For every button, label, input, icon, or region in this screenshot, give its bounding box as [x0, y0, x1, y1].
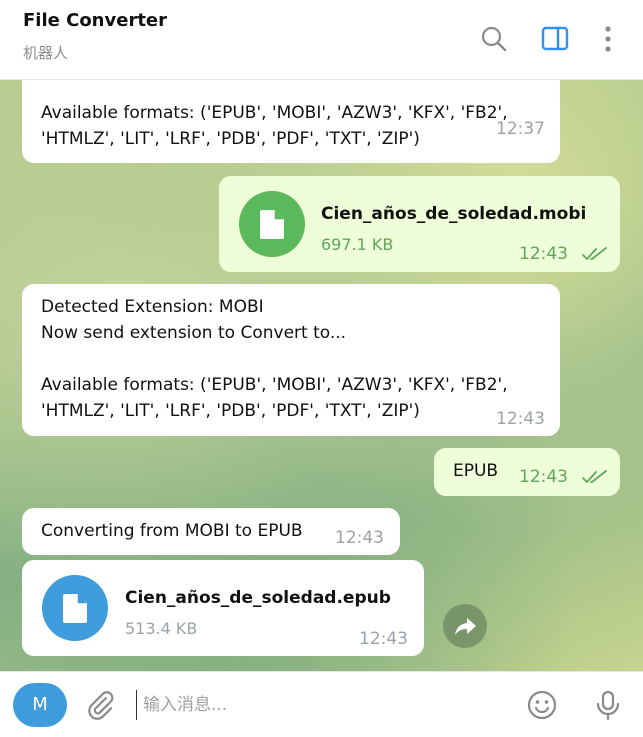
message-input[interactable] [136, 690, 506, 720]
message-outgoing-file[interactable]: Cien_años_de_soledad.mobi 697.1 KB 12:43 [219, 176, 620, 272]
sidebar-toggle-icon[interactable] [540, 24, 570, 54]
double-check-icon [581, 469, 609, 485]
paperclip-icon[interactable] [84, 689, 116, 721]
microphone-icon[interactable] [592, 689, 624, 721]
message-incoming-file[interactable]: Cien_años_de_soledad.epub 513.4 KB 12:43 [22, 560, 424, 656]
message-incoming: Available formats: ('EPUB', 'MOBI', 'AZW… [22, 80, 560, 163]
message-time: 12:43 [496, 409, 545, 429]
file-size: 697.1 KB [321, 235, 394, 254]
chat-header: File Converter 机器人 [0, 0, 643, 80]
more-vertical-icon[interactable] [593, 24, 623, 54]
avatar[interactable]: M [13, 683, 67, 727]
chat-subtitle: 机器人 [23, 44, 69, 62]
message-list[interactable]: Available formats: ('EPUB', 'MOBI', 'AZW… [0, 80, 643, 671]
message-time: 12:37 [496, 119, 545, 139]
file-document-icon[interactable] [239, 191, 305, 257]
message-time: 12:43 [335, 528, 384, 548]
emoji-icon[interactable] [526, 689, 558, 721]
chat-title[interactable]: File Converter [23, 10, 167, 31]
message-text: Detected Extension: MOBI Now send extens… [41, 297, 508, 421]
forward-button[interactable] [443, 604, 487, 648]
forward-icon [455, 618, 476, 635]
message-composer: M [0, 671, 643, 737]
message-text: EPUB [453, 461, 499, 481]
file-name[interactable]: Cien_años_de_soledad.epub [125, 585, 391, 611]
double-check-icon [581, 246, 609, 262]
file-document-icon[interactable] [42, 575, 108, 641]
file-size: 513.4 KB [125, 619, 198, 638]
message-outgoing: EPUB 12:43 [434, 448, 620, 496]
search-icon[interactable] [479, 24, 509, 54]
file-name[interactable]: Cien_años_de_soledad.mobi [321, 201, 586, 227]
message-incoming: Converting from MOBI to EPUB 12:43 [22, 508, 400, 555]
message-text: Converting from MOBI to EPUB [41, 521, 303, 541]
message-incoming: Detected Extension: MOBI Now send extens… [22, 284, 560, 436]
message-text: Available formats: ('EPUB', 'MOBI', 'AZW… [41, 103, 508, 149]
message-time: 12:43 [519, 244, 568, 264]
message-time: 12:43 [519, 467, 568, 487]
message-time: 12:43 [359, 629, 408, 649]
